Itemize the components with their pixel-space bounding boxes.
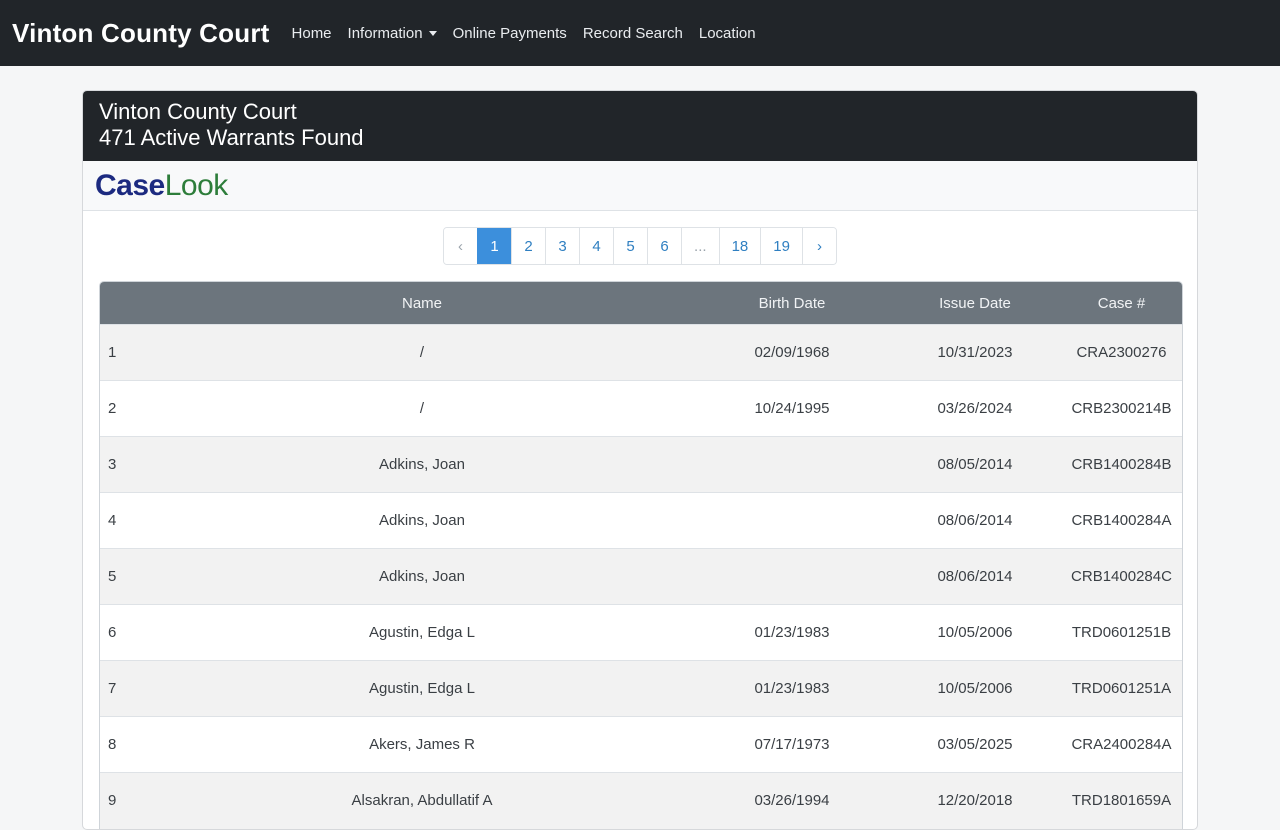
cell-index: 6 <box>100 604 149 661</box>
table-row[interactable]: 1/02/09/1968 10/31/2023 CRA2300276 <box>100 324 1182 381</box>
table-row[interactable]: 7 Agustin, Edga L 01/23/1983 10/05/2006 TRD0… <box>100 660 1182 717</box>
pagination-ellipsis[interactable]: ... <box>681 228 719 264</box>
cell-birth-date: 02/09/1968 <box>695 324 889 381</box>
table-row[interactable]: 3 Adkins, Joan 08/05/2014 CRB1400284B <box>100 436 1182 493</box>
caselook-logo: CaseLook <box>95 168 228 202</box>
header-case-number[interactable]: Case # <box>1061 282 1182 325</box>
header-birth-date[interactable]: Birth Date <box>695 282 889 325</box>
cell-issue-date: 12/20/2018 <box>889 772 1061 829</box>
cell-case-number[interactable]: TRD0601251B <box>1061 604 1182 661</box>
pagination-page-4[interactable]: 4 <box>579 228 614 264</box>
cell-birth-date <box>695 548 889 605</box>
table-header-row: Name Birth Date Issue Date Case # <box>100 282 1182 325</box>
cell-name: / <box>149 324 695 381</box>
cell-issue-date: 10/31/2023 <box>889 324 1061 381</box>
cell-name: Adkins, Joan <box>149 436 695 493</box>
table-row[interactable]: 2/10/24/1995 03/26/2024 CRB2300214B <box>100 380 1182 437</box>
nav-location-label: Location <box>698 24 756 42</box>
cell-issue-date: 03/26/2024 <box>889 380 1061 437</box>
cell-index: 1 <box>100 324 149 381</box>
cell-issue-date: 10/05/2006 <box>889 660 1061 717</box>
warrants-card: Vinton County Court 471 Active Warrants … <box>82 90 1198 830</box>
cell-birth-date: 01/23/1983 <box>695 604 889 661</box>
cell-birth-date <box>695 492 889 549</box>
warrant-count: 471 Active Warrants Found <box>99 125 364 150</box>
cell-birth-date: 10/24/1995 <box>695 380 889 437</box>
pagination-page-1[interactable]: 1 <box>477 228 512 264</box>
cell-issue-date: 08/05/2014 <box>889 436 1061 493</box>
pagination-prev-button[interactable]: ‹ <box>444 228 478 264</box>
cell-index: 2 <box>100 380 149 437</box>
card-title: Vinton County Court <box>99 99 297 124</box>
pagination-wrapper: ‹ 1 2 3 4 5 6... 18 19 › <box>83 211 1197 281</box>
table-row[interactable]: 4 Adkins, Joan 08/06/2014 CRB1400284A <box>100 492 1182 549</box>
header-issue-date[interactable]: Issue Date <box>889 282 1061 325</box>
brand-title[interactable]: Vinton County Court <box>12 18 270 49</box>
cell-index: 3 <box>100 436 149 493</box>
cell-case-number[interactable]: CRB1400284A <box>1061 492 1182 549</box>
cell-index: 7 <box>100 660 149 717</box>
nav-home[interactable]: Home <box>284 25 340 42</box>
cell-name: Adkins, Joan <box>149 492 695 549</box>
header-index <box>100 282 149 325</box>
nav-information-label: Information <box>347 24 423 42</box>
cell-index: 8 <box>100 716 149 773</box>
cell-issue-date: 10/05/2006 <box>889 604 1061 661</box>
nav-information-dropdown[interactable]: Information <box>340 25 445 42</box>
cell-case-number[interactable]: CRA2400284A <box>1061 716 1182 773</box>
pagination-page-6[interactable]: 6 <box>647 228 682 264</box>
cell-name: / <box>149 380 695 437</box>
cell-birth-date: 01/23/1983 <box>695 660 889 717</box>
table-row[interactable]: 5 Adkins, Joan 08/06/2014 CRB1400284C <box>100 548 1182 605</box>
table-row[interactable]: 6 Agustin, Edga L 01/23/1983 10/05/2006 TRD0… <box>100 604 1182 661</box>
header-name[interactable]: Name <box>149 282 695 325</box>
cell-birth-date: 03/26/1994 <box>695 772 889 829</box>
cell-name: Agustin, Edga L <box>149 660 695 717</box>
logo-row: CaseLook <box>83 161 1197 211</box>
nav-home-label: Home <box>291 24 332 42</box>
cell-case-number[interactable]: CRB1400284B <box>1061 436 1182 493</box>
pagination-next-button[interactable]: › <box>801 228 836 264</box>
cell-case-number[interactable]: CRB1400284C <box>1061 548 1182 605</box>
top-navbar: Vinton County Court Home Information Onl… <box>0 0 1280 66</box>
table-row[interactable]: 9 Alsakran, Abdullatif A 03/26/1994 12/20/2… <box>100 772 1182 829</box>
nav-online-payments[interactable]: Online Payments <box>445 25 575 42</box>
pagination-page-2[interactable]: 2 <box>511 228 546 264</box>
cell-name: Alsakran, Abdullatif A <box>149 772 695 829</box>
cell-birth-date: 07/17/1973 <box>695 716 889 773</box>
pagination-page-19[interactable]: 19 <box>760 228 802 264</box>
pagination: ‹ 1 2 3 4 5 6... 18 19 › <box>443 227 837 265</box>
pagination-page-3[interactable]: 3 <box>545 228 580 264</box>
nav-online-payments-label: Online Payments <box>452 24 567 42</box>
cell-case-number[interactable]: CRA2300276 <box>1061 324 1182 381</box>
cell-case-number[interactable]: TRD0601251A <box>1061 660 1182 717</box>
cell-birth-date <box>695 436 889 493</box>
nav-record-search-label: Record Search <box>582 24 683 42</box>
cell-name: Akers, James R <box>149 716 695 773</box>
cell-index: 9 <box>100 772 149 829</box>
warrants-table-container: Name Birth Date Issue Date Case # 1/02/0… <box>99 281 1183 829</box>
cell-issue-date: 03/05/2025 <box>889 716 1061 773</box>
cell-index: 4 <box>100 492 149 549</box>
table-row[interactable]: 8 Akers, James R 07/17/1973 03/05/2025 CRA24… <box>100 716 1182 773</box>
cell-index: 5 <box>100 548 149 605</box>
cell-issue-date: 08/06/2014 <box>889 492 1061 549</box>
nav-location[interactable]: Location <box>691 25 764 42</box>
pagination-page-18[interactable]: 18 <box>718 228 761 264</box>
cell-name: Adkins, Joan <box>149 548 695 605</box>
card-header: Vinton County Court 471 Active Warrants … <box>83 91 1197 161</box>
pagination-page-5[interactable]: 5 <box>613 228 648 264</box>
caret-down-icon <box>428 30 437 36</box>
table-body: 1/02/09/1968 10/31/2023 CRA2300276 2/10/24/… <box>100 324 1182 829</box>
cell-name: Agustin, Edga L <box>149 604 695 661</box>
cell-issue-date: 08/06/2014 <box>889 548 1061 605</box>
cell-case-number[interactable]: TRD1801659A <box>1061 772 1182 829</box>
nav-record-search[interactable]: Record Search <box>575 25 691 42</box>
cell-case-number[interactable]: CRB2300214B <box>1061 380 1182 437</box>
warrants-table: Name Birth Date Issue Date Case # 1/02/0… <box>100 282 1182 829</box>
